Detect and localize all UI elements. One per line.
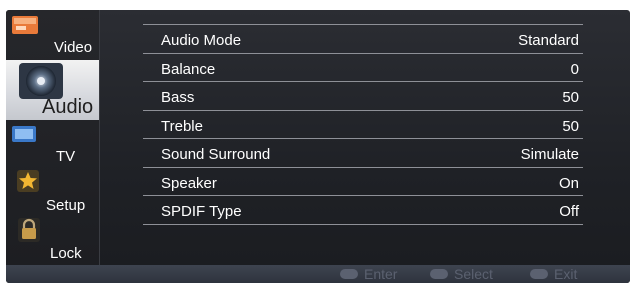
setting-value: Off (559, 203, 579, 220)
setting-name: Sound Surround (161, 146, 271, 163)
menu-row-balance[interactable]: Balance 0 (143, 54, 583, 82)
video-icon (12, 16, 38, 39)
hint-select: Select (430, 266, 493, 282)
exit-button-icon (530, 269, 548, 280)
menu-row-bass[interactable]: Bass 50 (143, 82, 583, 111)
ok-button-icon (340, 269, 358, 280)
sidebar-item-label: TV (56, 148, 76, 165)
tv-icon (12, 126, 36, 147)
setting-value: 0 (570, 60, 579, 78)
menu-row-spdif-type[interactable]: SPDIF Type Off (143, 196, 583, 225)
hint-label: Exit (554, 266, 578, 282)
sidebar-item-setup[interactable]: Setup (6, 170, 99, 218)
hint-exit: Exit (530, 266, 577, 282)
setting-value: Simulate (520, 146, 579, 163)
menu-row-speaker[interactable]: Speaker On (143, 168, 583, 196)
menu-row-sound-surround[interactable]: Sound Surround Simulate (143, 139, 583, 168)
setting-name: Speaker (161, 174, 217, 192)
setting-value: On (558, 174, 579, 192)
hint-label: Enter (364, 266, 398, 282)
sidebar-item-tv[interactable]: TV (6, 120, 99, 170)
hint-enter: Enter (340, 266, 397, 282)
sidebar-item-video[interactable]: Video (6, 10, 99, 60)
sidebar-item-audio[interactable]: Audio (6, 60, 99, 120)
sidebar-item-label: Setup (46, 197, 86, 214)
padlock-icon (18, 218, 40, 247)
category-sidebar: Video Audio TV Setup Lock (6, 10, 100, 265)
setting-name: Balance (161, 60, 216, 78)
dpad-button-icon (430, 269, 448, 280)
setting-value: 50 (562, 89, 579, 106)
tv-audio-menu-panel: Video Audio TV Setup Lock Audio Mode Sta… (6, 10, 630, 283)
setting-name: Audio Mode (161, 32, 242, 49)
sidebar-item-label: Lock (50, 245, 82, 262)
menu-row-treble[interactable]: Treble 50 (143, 111, 583, 139)
hint-label: Select (454, 266, 493, 282)
setting-name: Treble (161, 117, 203, 135)
setting-name: Bass (161, 89, 195, 106)
button-hint-bar: Enter Select Exit (6, 265, 630, 283)
star-icon (17, 170, 39, 197)
audio-settings-list: Audio Mode Standard Balance 0 Bass 50 Tr… (143, 24, 583, 225)
menu-row-audio-mode[interactable]: Audio Mode Standard (143, 25, 583, 54)
setting-value: 50 (562, 117, 579, 135)
sidebar-item-lock[interactable]: Lock (6, 218, 99, 265)
setting-name: SPDIF Type (161, 203, 242, 220)
sidebar-item-label: Video (54, 39, 93, 56)
sidebar-item-label: Audio (42, 96, 94, 118)
setting-value: Standard (518, 32, 579, 49)
